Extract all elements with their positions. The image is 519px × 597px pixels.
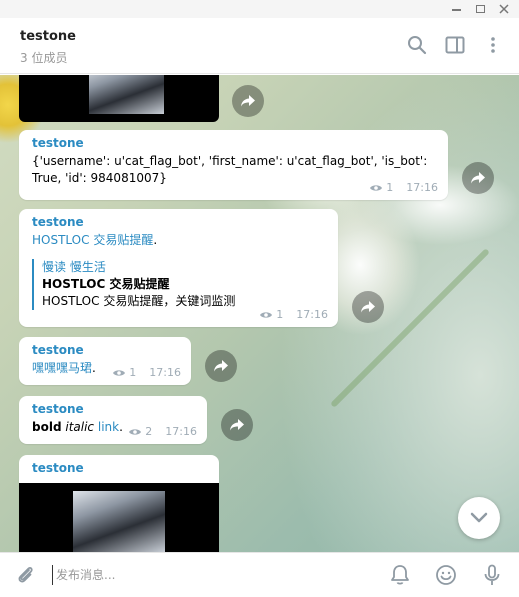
chat-title[interactable]: testone bbox=[20, 29, 76, 44]
preview-site-name: 慢读 慢生活 bbox=[42, 260, 106, 274]
chevron-down-icon bbox=[470, 512, 488, 523]
share-icon bbox=[241, 95, 255, 107]
eye-icon bbox=[370, 184, 383, 191]
bold-text: bold bbox=[32, 420, 62, 434]
search-icon bbox=[408, 36, 427, 55]
message-meta: 1 17:16 bbox=[369, 181, 438, 194]
media-image bbox=[89, 75, 164, 114]
message-meta: 2 17:16 bbox=[128, 425, 197, 438]
emoji-icon bbox=[436, 565, 456, 585]
window-titlebar bbox=[0, 0, 519, 18]
message-composer bbox=[0, 552, 519, 597]
view-count: 1 bbox=[386, 181, 394, 194]
minimize-button[interactable] bbox=[443, 0, 469, 18]
close-button[interactable] bbox=[491, 0, 517, 18]
more-button[interactable] bbox=[482, 34, 504, 56]
message-trail: . bbox=[119, 420, 123, 434]
maximize-button[interactable] bbox=[467, 0, 493, 18]
bell-icon bbox=[391, 565, 409, 585]
attach-button[interactable] bbox=[13, 563, 37, 587]
share-icon bbox=[214, 360, 228, 372]
message-time: 17:16 bbox=[296, 308, 328, 321]
message-sender[interactable]: testone bbox=[32, 136, 435, 150]
message-media[interactable] bbox=[19, 483, 219, 552]
message-sender[interactable]: testone bbox=[32, 343, 178, 357]
share-icon bbox=[471, 172, 485, 184]
preview-title: HOSTLOC 交易贴提醒 bbox=[42, 277, 170, 291]
sidebar-toggle-icon bbox=[445, 36, 465, 54]
link-preview[interactable]: 慢读 慢生活 HOSTLOC 交易贴提醒 HOSTLOC 交易贴提醒，关键词监测 bbox=[32, 259, 325, 310]
scroll-to-bottom-button[interactable] bbox=[458, 497, 500, 539]
italic-text: italic bbox=[65, 420, 95, 434]
chat-header: testone 3 位成员 bbox=[0, 18, 519, 74]
maximize-icon bbox=[475, 5, 485, 13]
eye-icon bbox=[113, 369, 126, 376]
message-time: 17:16 bbox=[406, 181, 438, 194]
message-bubble[interactable]: testone HOSTLOC 交易贴提醒. 慢读 慢生活 HOSTLOC 交易… bbox=[19, 209, 338, 327]
message-trail: . bbox=[92, 361, 96, 375]
mute-toggle-button[interactable] bbox=[388, 563, 412, 587]
share-button[interactable] bbox=[221, 409, 253, 441]
sidebar-toggle-button[interactable] bbox=[444, 34, 466, 56]
message-link[interactable]: link bbox=[98, 420, 119, 434]
view-count: 1 bbox=[276, 308, 284, 321]
message-sender[interactable]: testone bbox=[32, 215, 325, 229]
message-link[interactable]: 嘿嘿嘿马珺 bbox=[32, 361, 92, 375]
chat-area[interactable]: testone {'username': u'cat_flag_bot', 'f… bbox=[0, 75, 519, 552]
media-image bbox=[73, 491, 165, 552]
message-bubble[interactable]: testone bold italic link. 2 17:16 bbox=[19, 396, 207, 444]
share-icon bbox=[230, 419, 244, 431]
message-bubble[interactable]: testone {'username': u'cat_flag_bot', 'f… bbox=[19, 130, 448, 200]
eye-icon bbox=[260, 311, 273, 318]
background-decoration bbox=[330, 248, 490, 408]
emoji-button[interactable] bbox=[434, 563, 458, 587]
close-icon bbox=[499, 4, 509, 14]
share-icon bbox=[361, 301, 375, 313]
more-vertical-icon bbox=[491, 37, 495, 53]
message-meta: 1 17:16 bbox=[112, 366, 181, 379]
paperclip-icon bbox=[18, 566, 33, 583]
message-text: HOSTLOC 交易贴提醒. bbox=[32, 232, 325, 249]
view-count: 2 bbox=[145, 425, 153, 438]
message-trail: . bbox=[153, 233, 158, 247]
message-meta: 1 17:16 bbox=[259, 308, 328, 321]
share-button[interactable] bbox=[205, 350, 237, 382]
member-count[interactable]: 3 位成员 bbox=[20, 49, 67, 66]
minimize-icon bbox=[451, 9, 461, 11]
message-sender[interactable]: testone bbox=[32, 461, 206, 475]
message-media-top[interactable] bbox=[19, 75, 219, 122]
message-bubble[interactable]: testone 嘿嘿嘿马珺. 1 17:16 bbox=[19, 337, 191, 385]
message-time: 17:16 bbox=[165, 425, 197, 438]
voice-record-button[interactable] bbox=[480, 563, 504, 587]
view-count: 1 bbox=[129, 366, 137, 379]
search-button[interactable] bbox=[406, 34, 428, 56]
share-button[interactable] bbox=[352, 291, 384, 323]
message-time: 17:16 bbox=[149, 366, 181, 379]
message-input[interactable] bbox=[52, 565, 372, 585]
share-button[interactable] bbox=[232, 85, 264, 117]
message-link[interactable]: HOSTLOC 交易贴提醒 bbox=[32, 233, 153, 247]
message-sender[interactable]: testone bbox=[32, 402, 194, 416]
microphone-icon bbox=[484, 564, 500, 585]
eye-icon bbox=[129, 428, 142, 435]
share-button[interactable] bbox=[462, 162, 494, 194]
